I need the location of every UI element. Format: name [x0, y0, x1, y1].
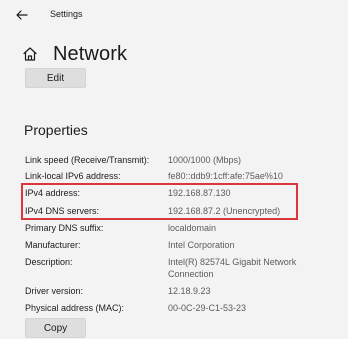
title-bar: Settings — [0, 0, 348, 30]
property-label: IPv4 DNS servers: — [25, 206, 100, 216]
page-header: Network — [22, 40, 127, 68]
properties-heading: Properties — [24, 122, 88, 138]
home-icon — [23, 47, 37, 61]
edit-button[interactable]: Edit — [25, 68, 86, 88]
property-value[interactable]: 192.168.87.130 — [168, 187, 231, 199]
property-value-continued[interactable]: Connection — [168, 268, 214, 280]
property-label: Driver version: — [25, 286, 84, 296]
property-label: Primary DNS suffix: — [25, 223, 104, 233]
property-value[interactable]: localdomain — [168, 222, 216, 234]
property-value[interactable]: 1000/1000 (Mbps) — [168, 154, 241, 166]
property-label: Link speed (Receive/Transmit): — [25, 155, 150, 165]
copy-button[interactable]: Copy — [25, 318, 86, 338]
property-label: Description: — [25, 257, 73, 267]
property-value[interactable]: Intel(R) 82574L Gigabit Network — [168, 256, 296, 268]
back-arrow-icon[interactable] — [15, 8, 29, 22]
property-value[interactable]: Intel Corporation — [168, 239, 235, 251]
property-value[interactable]: 192.168.87.2 (Unencrypted) — [168, 205, 280, 217]
property-label: Link-local IPv6 address: — [25, 171, 121, 181]
app-title: Settings — [50, 9, 83, 19]
property-value[interactable]: 00-0C-29-C1-53-23 — [168, 302, 246, 314]
property-label: IPv4 address: — [25, 188, 81, 198]
property-value[interactable]: 12.18.9.23 — [168, 285, 211, 297]
property-label: Manufacturer: — [25, 240, 81, 250]
property-label: Physical address (MAC): — [25, 303, 125, 313]
page-title: Network — [53, 42, 128, 65]
property-value[interactable]: fe80::ddb9:1cff:afe:75ae%10 — [168, 170, 283, 182]
